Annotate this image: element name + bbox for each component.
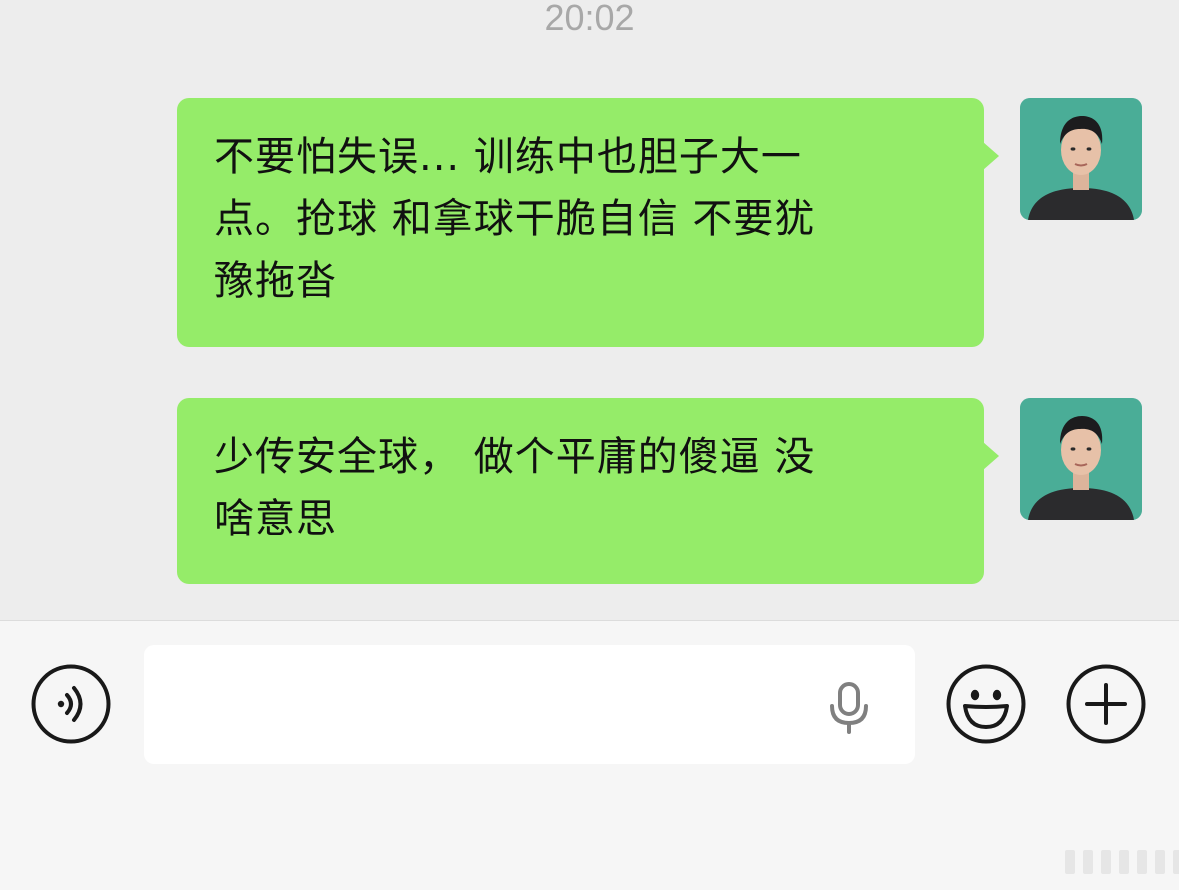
avatar[interactable]: [1020, 398, 1142, 520]
voice-toggle-button[interactable]: [31, 664, 111, 744]
emoji-icon: [946, 664, 1026, 744]
avatar-photo-icon: [1020, 98, 1142, 220]
message-bubble[interactable]: 不要怕失误... 训练中也胆子大一 点。抢球 和拿球干脆自信 不要犹 豫拖沓: [177, 98, 999, 347]
message-line: 啥意思: [214, 496, 337, 542]
voice-icon: [31, 664, 111, 744]
message-line: 不要怕失误... 训练中也胆子大一: [214, 134, 802, 180]
message-line: 豫拖沓: [214, 258, 337, 304]
message-timestamp: 20:02: [544, 0, 635, 38]
message-input[interactable]: [144, 645, 915, 764]
input-bar: [0, 620, 1179, 890]
message-line: 点。抢球 和拿球干脆自信 不要犹: [214, 196, 816, 242]
avatar-photo-icon: [1020, 398, 1142, 520]
message-bubble[interactable]: 少传安全球， 做个平庸的傻逼 没 啥意思: [177, 398, 999, 584]
emoji-button[interactable]: [946, 664, 1026, 744]
message-line: 少传安全球， 做个平庸的傻逼 没: [214, 434, 816, 480]
home-indicator: [1065, 850, 1179, 874]
mic-icon[interactable]: [827, 682, 871, 734]
plus-icon: [1066, 664, 1146, 744]
plus-button[interactable]: [1066, 664, 1146, 744]
avatar[interactable]: [1020, 98, 1142, 220]
